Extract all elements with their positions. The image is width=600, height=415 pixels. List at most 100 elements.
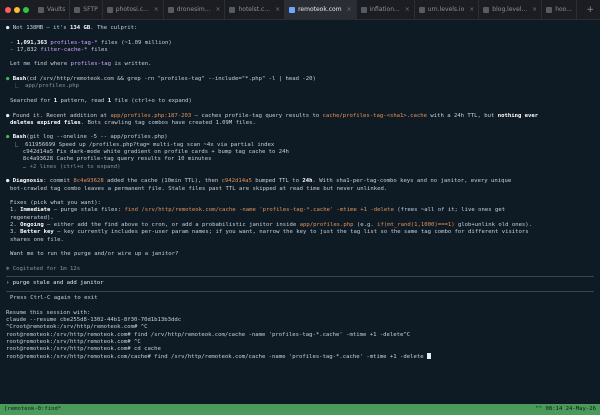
text: 8c4a93628 (73, 178, 104, 185)
close-window-icon[interactable] (5, 6, 11, 13)
terminal-line: root@remoteok:/srv/http/remoteok.com# ^C (6, 338, 141, 345)
terminal-output[interactable]: ● Not 138MB — it's 134 GB. The culprit: … (0, 21, 600, 404)
terminal-line: root@remoteok:/srv/http/remoteok.com# fi… (6, 331, 411, 338)
text: Let me find where (10, 61, 71, 68)
tab-label: blog.level... (492, 6, 528, 13)
text: . Bots crawling tag combos have created … (80, 119, 256, 126)
text: — key currently includes per-user param … (53, 229, 529, 236)
tab-dronesim[interactable]: dronesim... × (164, 0, 226, 20)
zoom-window-icon[interactable] (23, 6, 29, 13)
text: Not 138MB — it's (12, 25, 71, 31)
terminal-line: regenerated). (10, 214, 54, 221)
tab-label: inflation... (369, 6, 400, 13)
tmux-status-bar: [remoteok-0:find* "" 08:14 24-May-26 (0, 404, 600, 415)
text: — either add the find above to cron, or … (43, 222, 300, 229)
terminal-line: ● Found it. Recent addition at app/profi… (6, 113, 594, 120)
text: 134 GB (70, 25, 91, 31)
bullet-icon: ● (6, 76, 13, 83)
terminal-line: claude --resume cbe255d8-1302-44b1-8f30-… (6, 316, 182, 323)
close-tab-icon[interactable]: × (405, 6, 410, 13)
tab-remoteok[interactable]: remoteok.com × (285, 0, 357, 20)
terminal-line: … +2 lines (ctrl+o to expand) (6, 163, 121, 170)
text: glob+unlink old ones). (454, 222, 533, 229)
status-left: [remoteok-0:find* (4, 406, 62, 412)
text: bumped TTL to (251, 178, 303, 185)
bullet-icon: ● (6, 178, 13, 185)
text: (e.g. (353, 222, 378, 229)
text: 24h (302, 178, 313, 185)
tab-label: photosi.c... (115, 6, 149, 13)
terminal-line: 3. Better key — key currently includes p… (6, 229, 594, 236)
prompt-divider (6, 291, 594, 293)
text: (git log --oneline -5 -- app/profiles.ph… (26, 134, 168, 141)
tab-vaults[interactable]: Vaults (34, 0, 71, 20)
terminal-icon (229, 6, 236, 13)
text: - (10, 39, 17, 46)
text: file (ctrl+o to expand) (111, 97, 192, 104)
terminal-line: bot-crawled tag combo leaves a permanent… (10, 185, 388, 192)
tab-urn-levels[interactable]: urn.levels.io × (415, 0, 480, 20)
terminal-line: - 17,832 filter-cache-* files (6, 47, 594, 54)
close-tab-icon[interactable]: × (215, 6, 220, 13)
close-tab-icon[interactable]: × (532, 6, 537, 13)
text: — purge stale files: (50, 207, 125, 214)
terminal-line: 8c4a93628 Cache profile-tag query result… (6, 156, 212, 163)
tab-bar: Vaults SFTP photosi.c... × dronesim... × h… (0, 0, 600, 20)
tab-label: SFTP (83, 6, 98, 13)
tab-inflation[interactable]: inflation... × (357, 0, 415, 20)
window-controls (0, 6, 34, 13)
terminal-line: - 1,091,363 profiles-tag-* files (~1.09 … (6, 40, 594, 47)
terminal-line: ^Croot@remoteok:/srv/http/remoteok.com# … (6, 324, 148, 331)
terminal-line: Resume this session with: (6, 309, 91, 316)
terminal-icon (360, 6, 367, 13)
terminal-icon (289, 6, 296, 13)
tab-hotelst[interactable]: hotelst.c... × (225, 0, 286, 20)
tab-label: urn.levels.io (427, 6, 465, 13)
terminal-line: ● Not 138MB — it's 134 GB. The culprit: (6, 25, 594, 32)
terminal-line: Searched for 1 pattern, read 1 file (ctr… (6, 98, 594, 105)
vault-icon (38, 6, 44, 13)
text: find /srv/http/remoteok.com/cache -name … (124, 207, 394, 214)
text: cache/profiles-tag-<sha1>.cache (322, 112, 427, 119)
text: filter-cache-* (36, 46, 88, 53)
text: deletes expired files (10, 119, 81, 126)
tab-hoo[interactable]: hoo... (542, 0, 577, 20)
tabs: Vaults SFTP photosi.c... × dronesim... × h… (34, 0, 580, 20)
text: - 17,832 (10, 46, 37, 53)
close-tab-icon[interactable]: × (154, 6, 159, 13)
bullet-icon: ● (6, 134, 13, 141)
text: pattern, read (57, 97, 108, 104)
tool-name: Bash (12, 134, 27, 141)
prompt-input[interactable]: › purge stale and add janitor (6, 280, 594, 288)
bullet-icon: ● (6, 112, 13, 119)
text: profiles-tag (70, 61, 112, 68)
minimize-window-icon[interactable] (14, 6, 20, 13)
text: Better key (20, 229, 54, 236)
terminal-line: shares one file. (10, 236, 64, 243)
text: if(mt_rand(1,1000)===1) (377, 222, 455, 229)
close-tab-icon[interactable]: × (469, 6, 474, 13)
text: files (87, 46, 108, 53)
prompt-divider (6, 276, 594, 278)
text: 2. (10, 222, 21, 229)
text: 1. (10, 207, 21, 214)
terminal-icon (483, 6, 490, 13)
text: Searched for (10, 97, 54, 104)
text: root@remoteok:/srv/http/remoteok.com/cac… (6, 354, 424, 361)
prompt-text: purge stale and add janitor (9, 280, 104, 287)
tab-sftp[interactable]: SFTP (70, 0, 103, 20)
close-tab-icon[interactable]: × (347, 6, 352, 13)
text: (cd /srv/http/remoteok.com && grep -rn "… (26, 76, 316, 83)
text: — caches profile-tag query results to (191, 112, 323, 119)
text: Diagnosis (12, 178, 44, 185)
terminal-line: ⎿ app/profiles.php (6, 83, 79, 90)
close-tab-icon[interactable]: × (275, 6, 280, 13)
tab-photosi[interactable]: photosi.c... × (103, 0, 164, 20)
terminal-line: 2. Ongoing — either add the find above t… (6, 222, 594, 229)
terminal-line: ● Diagnosis: commit 8c4a93628 added the … (6, 178, 594, 185)
bullet-icon: ● (6, 25, 13, 31)
text: profiles-tag-* (47, 39, 98, 46)
new-tab-button[interactable]: + (580, 5, 600, 15)
tab-blog-levels[interactable]: blog.level... × (479, 0, 543, 20)
text: 1,091,363 (16, 39, 48, 46)
